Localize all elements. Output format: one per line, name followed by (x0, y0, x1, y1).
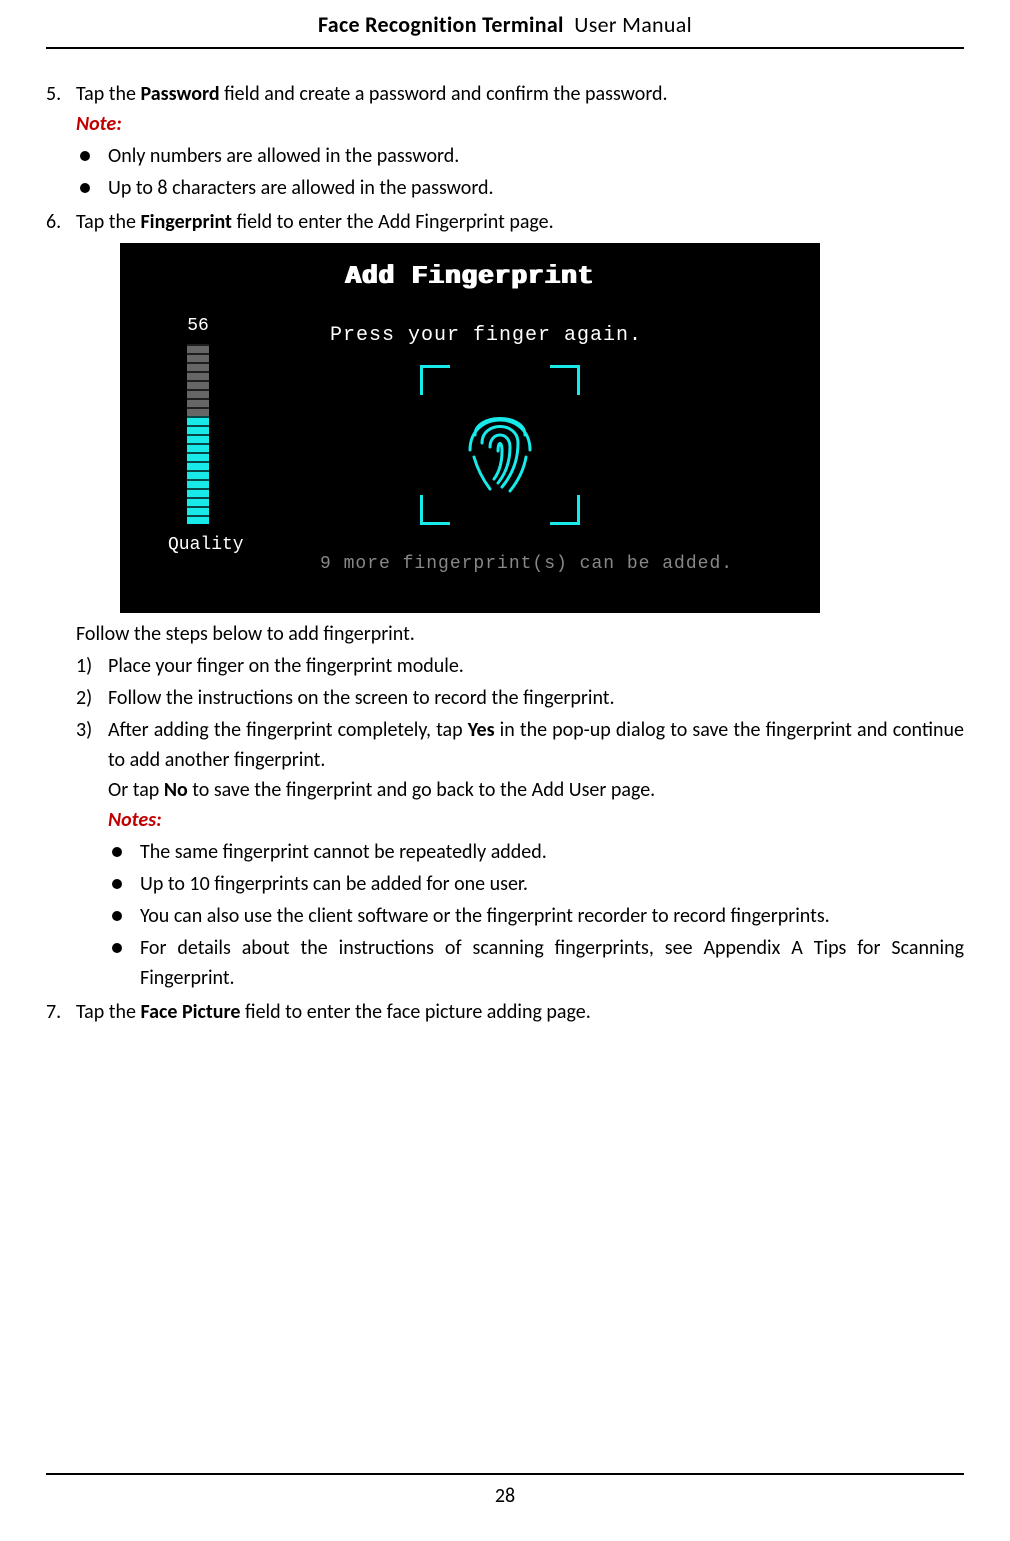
fingerprint-scan-area (420, 365, 580, 525)
step-5: 5. Tap the Password field and create a p… (46, 79, 964, 205)
main-step-list: 5. Tap the Password field and create a p… (46, 79, 964, 237)
header-title-bold: Face Recognition Terminal (318, 11, 564, 38)
quality-bar-icon (187, 344, 209, 524)
step-6-text: Tap the Fingerprint field to enter the A… (76, 210, 554, 234)
step-5-number: 5. (46, 79, 76, 205)
step-5-note-label: Note: (76, 109, 964, 139)
main-step-list-cont: 7. Tap the Face Picture field to enter t… (46, 997, 964, 1027)
scan-corner-icon (550, 495, 580, 525)
substep-3-note-bullets: The same fingerprint cannot be repeatedl… (112, 837, 964, 993)
step-5-text: Tap the Password field and create a pass… (76, 82, 668, 106)
step-7: 7. Tap the Face Picture field to enter t… (46, 997, 964, 1027)
quality-meter: 56 Quality (168, 313, 228, 559)
screenshot-title: Add Fingerprint (120, 243, 820, 296)
bullet-item: Up to 10 fingerprints can be added for o… (112, 869, 964, 899)
step-6-substeps: 1) Place your finger on the fingerprint … (76, 651, 964, 995)
step-6-follow-intro: Follow the steps below to add fingerprin… (76, 619, 964, 649)
scan-corner-icon (550, 365, 580, 395)
scan-corner-icon (420, 365, 450, 395)
substep-2: 2) Follow the instructions on the screen… (76, 683, 964, 713)
step-6: 6. Tap the Fingerprint field to enter th… (46, 207, 964, 237)
bullet-item: Only numbers are allowed in the password… (80, 141, 964, 171)
step-7-number: 7. (46, 997, 76, 1027)
substep-3: 3) After adding the fingerprint complete… (76, 715, 964, 995)
substep-3-line1: After adding the fingerprint completely,… (108, 715, 964, 775)
quality-value: 56 (168, 313, 228, 340)
page-header: Face Recognition Terminal User Manual (46, 0, 964, 49)
step-5-bullets: Only numbers are allowed in the password… (80, 141, 964, 203)
quality-label: Quality (168, 532, 228, 559)
fingerprint-icon (460, 395, 540, 495)
substep-3-line2: Or tap No to save the fingerprint and go… (108, 775, 964, 805)
page-number: 28 (46, 1473, 964, 1511)
add-fingerprint-screenshot: Add Fingerprint 56 Quality Press your fi… (120, 243, 820, 613)
substep-3-notes-label: Notes: (108, 805, 964, 835)
header-title-light: User Manual (574, 11, 692, 38)
remaining-fingerprints-msg: 9 more fingerprint(s) can be added. (320, 551, 733, 578)
step-7-text: Tap the Face Picture field to enter the … (76, 1000, 591, 1024)
bullet-item: The same fingerprint cannot be repeatedl… (112, 837, 964, 867)
step-6-number: 6. (46, 207, 76, 237)
scan-corner-icon (420, 495, 450, 525)
bullet-item: Up to 8 characters are allowed in the pa… (80, 173, 964, 203)
bullet-item: For details about the instructions of sc… (112, 933, 964, 993)
fingerprint-prompt: Press your finger again. (330, 321, 642, 351)
substep-1: 1) Place your finger on the fingerprint … (76, 651, 964, 681)
bullet-item: You can also use the client software or … (112, 901, 964, 931)
